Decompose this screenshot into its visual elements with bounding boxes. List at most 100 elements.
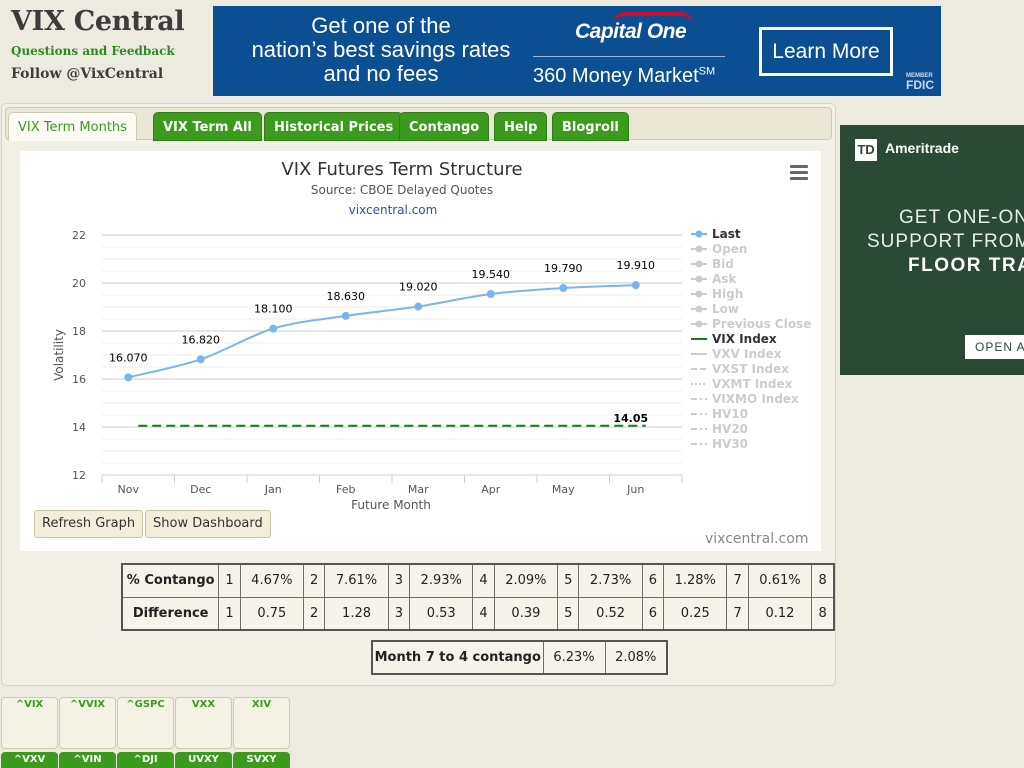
x-tick-label: Jan bbox=[264, 483, 282, 496]
ad-headline-line-1: Get one of the bbox=[311, 13, 451, 38]
month-number-cell: 7 bbox=[726, 563, 749, 598]
legend-item-vxst-index: VXST Index bbox=[712, 362, 789, 376]
tab-help[interactable]: Help bbox=[494, 112, 548, 141]
month74-value-2: 2.08% bbox=[604, 640, 668, 675]
tab-vix-term-months[interactable]: VIX Term Months bbox=[8, 112, 137, 141]
tab-vix-term-all[interactable]: VIX Term All bbox=[153, 112, 262, 141]
quote-tile-xiv[interactable]: XIV bbox=[233, 697, 290, 749]
legend-marker bbox=[695, 245, 703, 253]
quote-tile-svxy[interactable]: SVXY bbox=[233, 752, 290, 768]
quote-tile-vxx[interactable]: VXX bbox=[175, 697, 232, 749]
y-tick-label: 12 bbox=[72, 469, 86, 482]
legend-marker bbox=[695, 230, 703, 238]
side-ad-open-button[interactable]: OPEN A bbox=[965, 335, 1024, 359]
month-number-cell: 4 bbox=[472, 563, 495, 598]
contango-table: % Contango 1 4.67% 2 7.61% 3 2.93% 4 2.09% 5 2.73%… bbox=[121, 563, 835, 631]
legend-marker bbox=[695, 305, 703, 313]
contango-value-cell: 0.25 bbox=[663, 596, 728, 631]
chart-menu-icon[interactable] bbox=[790, 165, 808, 181]
quote-tile-vix[interactable]: ^VIX bbox=[1, 697, 58, 749]
contango-value-cell: 4.67% bbox=[239, 563, 305, 598]
x-tick-label: Mar bbox=[408, 483, 429, 496]
quote-tile-dji[interactable]: ^DJI bbox=[117, 752, 174, 768]
month-7-to-4-table: Month 7 to 4 contango 6.23% 2.08% bbox=[371, 640, 668, 675]
site-title[interactable]: VIX Central bbox=[11, 6, 185, 37]
refresh-graph-button[interactable]: Refresh Graph bbox=[34, 510, 144, 538]
ad-product-text: 360 Money Market bbox=[533, 65, 699, 87]
x-tick-label: Feb bbox=[336, 483, 355, 496]
quote-tile-vvix[interactable]: ^VVIX bbox=[59, 697, 116, 749]
chart-watermark: vixcentral.com bbox=[705, 531, 809, 547]
quote-tile-uvxy[interactable]: UVXY bbox=[175, 752, 232, 768]
chart-link: vixcentral.com bbox=[349, 203, 438, 217]
ad-headline-line-2: nation’s best savings rates bbox=[251, 37, 511, 62]
legend-item-ask: Ask bbox=[712, 272, 737, 286]
legend-marker bbox=[695, 275, 703, 283]
last-data-label: 18.100 bbox=[254, 303, 293, 316]
legend-item-previous-close: Previous Close bbox=[712, 317, 811, 331]
month-number-cell: 6 bbox=[641, 563, 665, 598]
last-data-label: 18.630 bbox=[327, 290, 366, 303]
quote-tile-gspc[interactable]: ^GSPC bbox=[117, 697, 174, 749]
last-data-point bbox=[196, 355, 205, 364]
quote-tile-symbol: ^VIX bbox=[15, 699, 44, 710]
month-number-cell: 3 bbox=[387, 563, 411, 598]
month-number-cell: 2 bbox=[303, 596, 326, 631]
quote-tile-vin[interactable]: ^VIN bbox=[59, 752, 116, 768]
feedback-link[interactable]: Questions and Feedback bbox=[11, 44, 175, 58]
quote-tile-symbol: ^VVIX bbox=[69, 699, 106, 710]
legend-item-hv20: HV20 bbox=[712, 422, 748, 436]
legend-item-vixmo-index: VIXMO Index bbox=[712, 392, 799, 406]
month74-value-1: 6.23% bbox=[542, 640, 606, 675]
last-data-point bbox=[341, 311, 350, 320]
side-banner-ad[interactable]: TD Ameritrade GET ONE-ON SUPPORT FROM FL… bbox=[840, 125, 1024, 375]
legend-item-low: Low bbox=[712, 302, 739, 316]
contango-row: Difference 1 0.75 2 1.28 3 0.53 4 0.39 5 0.52 6 0.25… bbox=[121, 596, 835, 631]
side-ad-brand: Ameritrade bbox=[885, 140, 959, 156]
tab-bar: VIX Term Months VIX Term All Historical … bbox=[5, 107, 832, 141]
contango-row: % Contango 1 4.67% 2 7.61% 3 2.93% 4 2.09% 5 2.73%… bbox=[121, 563, 835, 598]
chart-title: VIX Futures Term Structure bbox=[281, 159, 522, 180]
y-tick-label: 22 bbox=[72, 229, 86, 242]
contango-value-cell: 0.53 bbox=[408, 596, 474, 631]
legend-item-vxv-index: VXV Index bbox=[712, 347, 782, 361]
contango-value-cell: 0.12 bbox=[747, 596, 813, 631]
side-ad-line-2: SUPPORT FROM bbox=[867, 231, 1024, 252]
contango-value-cell: 1.28% bbox=[663, 563, 728, 598]
last-data-label: 19.790 bbox=[544, 262, 583, 275]
last-data-label: 19.540 bbox=[472, 268, 511, 281]
month-number-cell: 1 bbox=[218, 563, 241, 598]
contango-row-label: Difference bbox=[121, 596, 220, 631]
contango-value-cell: 0.75 bbox=[239, 596, 305, 631]
x-tick-label: Dec bbox=[190, 483, 211, 496]
twitter-follow-link[interactable]: Follow @VixCentral bbox=[11, 66, 163, 82]
x-tick-label: Jun bbox=[626, 483, 644, 496]
month-number-cell: 1 bbox=[218, 596, 241, 631]
tab-blogroll[interactable]: Blogroll bbox=[552, 112, 629, 141]
legend-item-hv10: HV10 bbox=[712, 407, 748, 421]
fdic-logo: MEMBER FDIC bbox=[906, 72, 934, 91]
y-tick-label: 20 bbox=[72, 277, 86, 290]
ad-divider bbox=[533, 56, 725, 57]
td-logo-icon: TD bbox=[855, 139, 877, 161]
legend-marker bbox=[695, 260, 703, 268]
show-dashboard-button[interactable]: Show Dashboard bbox=[145, 510, 271, 538]
legend-item-open: Open bbox=[712, 242, 747, 256]
last-data-point bbox=[414, 302, 423, 311]
legend-marker bbox=[695, 320, 703, 328]
tab-contango[interactable]: Contango bbox=[399, 112, 490, 141]
quote-tile-vxv[interactable]: ^VXV bbox=[1, 752, 58, 768]
main-panel: VIX Term Months VIX Term All Historical … bbox=[1, 103, 836, 686]
top-banner-ad[interactable]: Get one of the nation’s best savings rat… bbox=[213, 6, 941, 96]
tab-historical-prices[interactable]: Historical Prices bbox=[264, 112, 404, 141]
contango-value-cell: 7.61% bbox=[324, 563, 389, 598]
contango-value-cell: 2.93% bbox=[408, 563, 474, 598]
last-data-point bbox=[269, 324, 278, 333]
last-data-label: 16.070 bbox=[109, 351, 148, 364]
month74-label: Month 7 to 4 contango bbox=[371, 640, 544, 675]
side-ad-line-3: FLOOR TRA bbox=[908, 255, 1024, 276]
ad-headline: Get one of the nation’s best savings rat… bbox=[231, 14, 531, 86]
last-data-label: 19.910 bbox=[617, 259, 656, 272]
last-data-point bbox=[486, 290, 495, 299]
learn-more-button[interactable]: Learn More bbox=[759, 27, 893, 76]
